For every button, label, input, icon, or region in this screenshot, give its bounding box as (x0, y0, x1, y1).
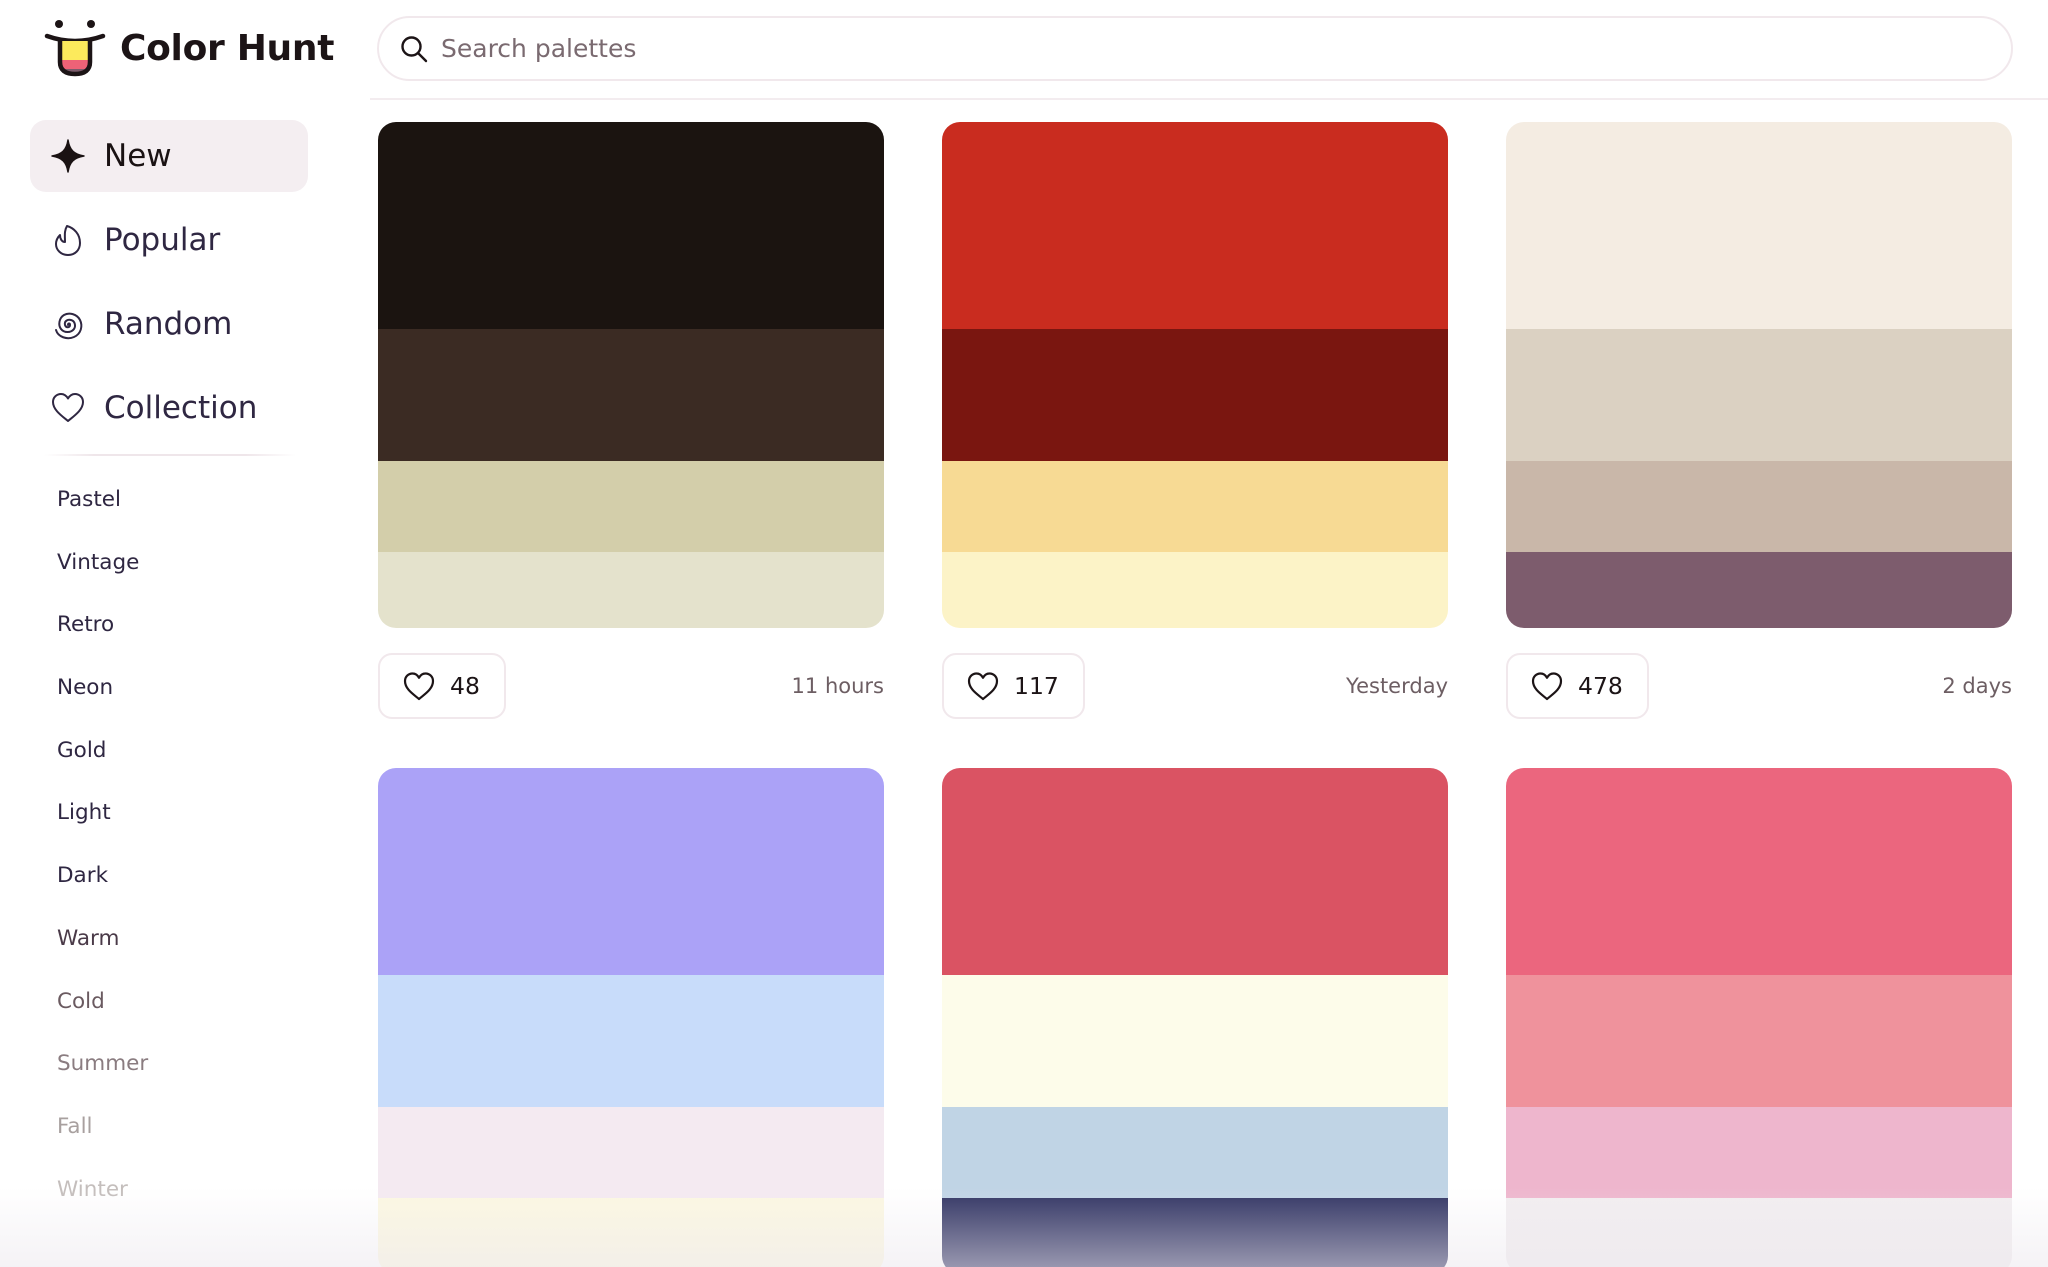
sidebar-item-new[interactable]: New (30, 120, 308, 192)
like-button[interactable]: 48 (378, 653, 506, 719)
color-swatch[interactable] (1506, 552, 2012, 628)
color-swatch[interactable] (942, 329, 1448, 461)
tag-summer[interactable]: Summer (57, 1044, 148, 1107)
color-swatch[interactable] (1506, 122, 2012, 330)
tag-fall[interactable]: Fall (57, 1107, 148, 1170)
like-count: 478 (1578, 672, 1623, 700)
page: Color Hunt New Popular Random (0, 0, 2048, 1267)
color-swatch[interactable] (1506, 1107, 2012, 1199)
logo-icon (44, 20, 106, 77)
palette-meta: 48 11 hours (378, 653, 884, 719)
sidebar-item-label: Collection (104, 390, 258, 426)
sidebar-item-label: Popular (104, 222, 221, 258)
palette-meta: 478 2 days (1506, 653, 2012, 719)
tag-light[interactable]: Light (57, 793, 148, 856)
sidebar-item-label: New (104, 138, 172, 174)
palette-meta: 117 Yesterday (942, 653, 1448, 719)
color-swatch[interactable] (378, 1107, 884, 1199)
tag-cold[interactable]: Cold (57, 982, 148, 1045)
app-title: Color Hunt (120, 27, 335, 69)
sidebar-tag-list: Pastel Vintage Retro Neon Gold Light Dar… (57, 480, 148, 1232)
sparkle-icon (50, 138, 86, 174)
palette-swatches[interactable] (1506, 122, 2012, 628)
tag-vintage[interactable]: Vintage (57, 543, 148, 606)
heart-icon (1531, 672, 1563, 701)
color-swatch[interactable] (942, 1107, 1448, 1199)
palette-card (1506, 768, 2012, 1267)
color-swatch[interactable] (1506, 768, 2012, 976)
search-icon (401, 35, 428, 62)
tag-winter[interactable]: Winter (57, 1170, 148, 1233)
color-swatch[interactable] (378, 1198, 884, 1267)
palette-swatches[interactable] (942, 768, 1448, 1267)
color-swatch[interactable] (378, 552, 884, 628)
palette-card (378, 768, 884, 1267)
color-swatch[interactable] (942, 768, 1448, 976)
color-swatch[interactable] (378, 122, 884, 330)
spiral-icon (50, 306, 86, 342)
color-swatch[interactable] (942, 122, 1448, 330)
palette-card: 48 11 hours (378, 122, 884, 719)
like-button[interactable]: 478 (1506, 653, 1649, 719)
color-swatch[interactable] (1506, 461, 2012, 553)
tag-warm[interactable]: Warm (57, 919, 148, 982)
palette-card: 117 Yesterday (942, 122, 1448, 719)
tag-pastel[interactable]: Pastel (57, 480, 148, 543)
like-count: 48 (450, 672, 480, 700)
tag-gold[interactable]: Gold (57, 731, 148, 794)
sidebar-item-collection[interactable]: Collection (30, 372, 308, 444)
palette-card: 478 2 days (1506, 122, 2012, 719)
palette-swatches[interactable] (942, 122, 1448, 628)
tag-neon[interactable]: Neon (57, 668, 148, 731)
palette-age: 11 hours (791, 674, 884, 698)
palette-card (942, 768, 1448, 1267)
color-swatch[interactable] (1506, 1198, 2012, 1267)
like-button[interactable]: 117 (942, 653, 1085, 719)
palette-swatches[interactable] (1506, 768, 2012, 1267)
palette-age: 2 days (1942, 674, 2012, 698)
palette-age: Yesterday (1346, 674, 1448, 698)
heart-icon (403, 672, 435, 701)
search-input[interactable] (441, 34, 1941, 63)
sidebar-divider (44, 454, 296, 456)
sidebar-item-popular[interactable]: Popular (30, 204, 308, 276)
color-swatch[interactable] (378, 461, 884, 553)
sidebar-item-label: Random (104, 306, 233, 342)
color-swatch[interactable] (1506, 329, 2012, 461)
sidebar-item-random[interactable]: Random (30, 288, 308, 360)
color-swatch[interactable] (942, 461, 1448, 553)
tag-dark[interactable]: Dark (57, 856, 148, 919)
logo-link[interactable]: Color Hunt (44, 16, 334, 80)
heart-icon (50, 390, 86, 426)
color-swatch[interactable] (942, 552, 1448, 628)
tag-retro[interactable]: Retro (57, 605, 148, 668)
like-count: 117 (1014, 672, 1059, 700)
color-swatch[interactable] (1506, 975, 2012, 1107)
heart-icon (967, 672, 999, 701)
search-bar[interactable] (377, 16, 2013, 81)
palette-swatches[interactable] (378, 768, 884, 1267)
color-swatch[interactable] (942, 1198, 1448, 1267)
color-swatch[interactable] (378, 975, 884, 1107)
flame-icon (50, 222, 86, 258)
color-swatch[interactable] (378, 768, 884, 976)
color-swatch[interactable] (378, 329, 884, 461)
header-divider (370, 98, 2048, 100)
palette-swatches[interactable] (378, 122, 884, 628)
sidebar-main-nav: New Popular Random Collection (30, 120, 308, 456)
color-swatch[interactable] (942, 975, 1448, 1107)
